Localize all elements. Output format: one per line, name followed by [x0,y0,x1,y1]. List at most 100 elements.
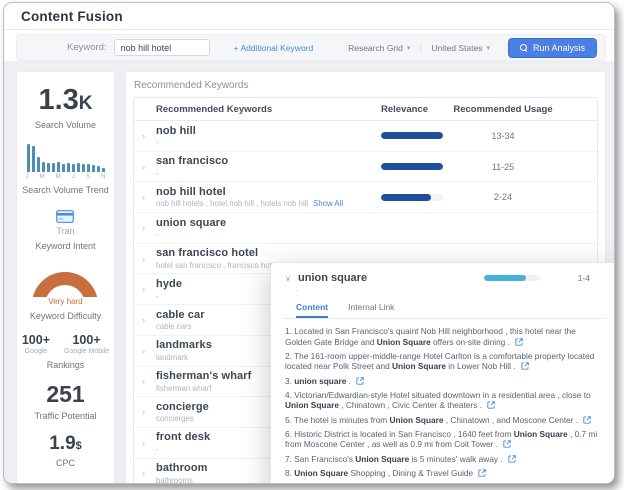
chevron-right-icon[interactable]: › [142,407,156,417]
tab-internal-link[interactable]: Internal Link [348,302,394,318]
search-volume-label: Search Volume [35,120,96,130]
table-row[interactable]: › nob hill hotel nob hill hotels , hotel… [134,182,597,213]
search-icon [520,44,528,52]
chevron-right-icon[interactable]: › [142,438,156,448]
show-all-link[interactable]: Show All [313,199,343,208]
header-usage: Recommended Usage [447,104,597,115]
external-link-icon[interactable] [478,469,486,477]
popup-relevance-bar [484,275,540,281]
content-snippet: 7. San Francisco's Union Square is 5 min… [285,454,604,465]
content-snippet: 2. The 161-room upper-middle-range Hotel… [285,351,604,372]
mobile-rankings-label: Google Mobile [64,348,109,355]
keyword-label[interactable]: san francisco [156,155,381,167]
keyword-difficulty-metric: Very hard Keyword Difficulty [30,264,101,321]
table-row[interactable]: › union square - [134,213,597,244]
popup-header: ∨ union square 1-4 [283,272,606,284]
chevron-right-icon[interactable]: › [142,254,156,264]
research-grid-dropdown[interactable]: Research Grid ▾ [338,43,420,53]
keyword-intent-metric: Tran Keyword Intent [35,210,95,251]
external-link-icon[interactable] [356,377,364,385]
keyword-label: Keyword: [67,42,107,53]
google-rankings-value: 100+ [22,333,50,347]
external-link-icon[interactable] [521,362,529,370]
google-rankings-label: Google [22,348,50,355]
credit-card-icon [56,210,74,223]
trend-month-labels: JMMJSN [26,174,106,180]
relevance-bar [381,132,443,139]
keyword-label[interactable]: nob hill [156,125,381,137]
popup-keyword-variants: - [296,286,606,295]
traffic-potential-label: Traffic Potential [34,411,96,421]
trend-bars [27,144,105,172]
cpc-metric: 1.9$ CPC [49,434,82,468]
chevron-right-icon[interactable]: › [142,468,156,478]
keyword-variants: - [156,138,159,147]
chevron-right-icon[interactable]: › [142,223,156,233]
keyword-input[interactable] [114,39,210,56]
keyword-variants: landmark [156,353,188,362]
caret-down-icon: ▾ [486,44,490,52]
usage-value: 11-25 [447,162,597,172]
keyword-label[interactable]: union square [156,217,381,229]
keyword-label[interactable]: nob hill hotel [156,186,381,198]
content-snippet: 9. Close by you can access the famed cab… [285,482,604,484]
traffic-potential-value: 251 [46,383,84,406]
country-label: United States [431,43,482,53]
external-link-icon[interactable] [503,440,511,448]
page-title: Content Fusion [21,9,123,24]
panel-title: Recommended Keywords [134,80,598,91]
app-window: Content Fusion Keyword: + Additional Key… [3,2,615,484]
country-dropdown[interactable]: United States ▾ [420,43,500,53]
difficulty-gauge: Very hard [32,272,98,306]
header-relevance: Relevance [381,104,447,115]
trend-label: Search Volume Trend [22,185,109,195]
popup-tabs: Content Internal Link [283,302,606,319]
keyword-detail-popup: ∨ union square 1-4 - Content Internal Li… [270,262,615,484]
external-link-icon[interactable] [487,401,495,409]
content-snippet: 6. Historic District is located in San F… [285,429,604,450]
search-volume-metric: 1.3K Search Volume [35,86,96,130]
chevron-right-icon[interactable]: › [142,315,156,325]
mobile-rankings-value: 100+ [64,333,109,347]
app-header: Content Fusion [4,3,614,30]
chevron-right-icon[interactable]: › [142,162,156,172]
metrics-sidebar: 1.3K Search Volume JMMJSN Search Volume … [16,71,115,484]
table-row[interactable]: › nob hill - 13-34 [134,121,597,152]
keyword-label[interactable]: san francisco hotel [156,247,381,259]
additional-keyword-link[interactable]: + Additional Keyword [234,43,314,53]
chevron-right-icon[interactable]: › [142,131,156,141]
run-analysis-button[interactable]: Run Analysis [508,38,597,58]
keyword-variants: bathrooms [156,476,193,484]
tab-content[interactable]: Content [296,302,328,318]
chevron-right-icon[interactable]: › [142,192,156,202]
caret-down-icon: ▾ [407,44,411,52]
keyword-variants: - [156,292,159,301]
content-snippet-list: 1. Located in San Francisco's quaint Nob… [283,319,606,484]
chevron-right-icon[interactable]: › [142,284,156,294]
chevron-right-icon[interactable]: › [142,346,156,356]
content-snippet: 5. The hotel is minutes from Union Squar… [285,415,604,426]
popup-keyword[interactable]: union square [298,272,367,284]
run-analysis-label: Run Analysis [533,43,585,53]
content-area: 1.3K Search Volume JMMJSN Search Volume … [4,61,614,484]
keyword-variants: cable cars [156,322,192,331]
popup-usage-value: 1-4 [578,273,590,283]
chevron-down-icon[interactable]: ∨ [285,274,298,283]
difficulty-value: Very hard [32,297,98,306]
research-grid-label: Research Grid [348,43,403,53]
header-keywords: Recommended Keywords [156,104,381,115]
search-volume-trend-chart: JMMJSN Search Volume Trend [22,144,109,195]
intent-value: Tran [56,226,74,236]
table-row[interactable]: › san francisco - 11-25 [134,152,597,183]
external-link-icon[interactable] [583,416,591,424]
cpc-value: 1.9$ [49,434,82,453]
difficulty-label: Keyword Difficulty [30,311,101,321]
rankings-metric: 100+ Google 100+ Google Mobile Rankings [22,333,109,370]
external-link-icon[interactable] [515,338,523,346]
content-snippet: 8. Union Square Shopping , Dining & Trav… [285,468,604,479]
intent-label: Keyword Intent [35,241,95,251]
relevance-bar [381,163,443,170]
external-link-icon[interactable] [508,455,516,463]
chevron-right-icon[interactable]: › [142,376,156,386]
rankings-label: Rankings [47,360,85,370]
